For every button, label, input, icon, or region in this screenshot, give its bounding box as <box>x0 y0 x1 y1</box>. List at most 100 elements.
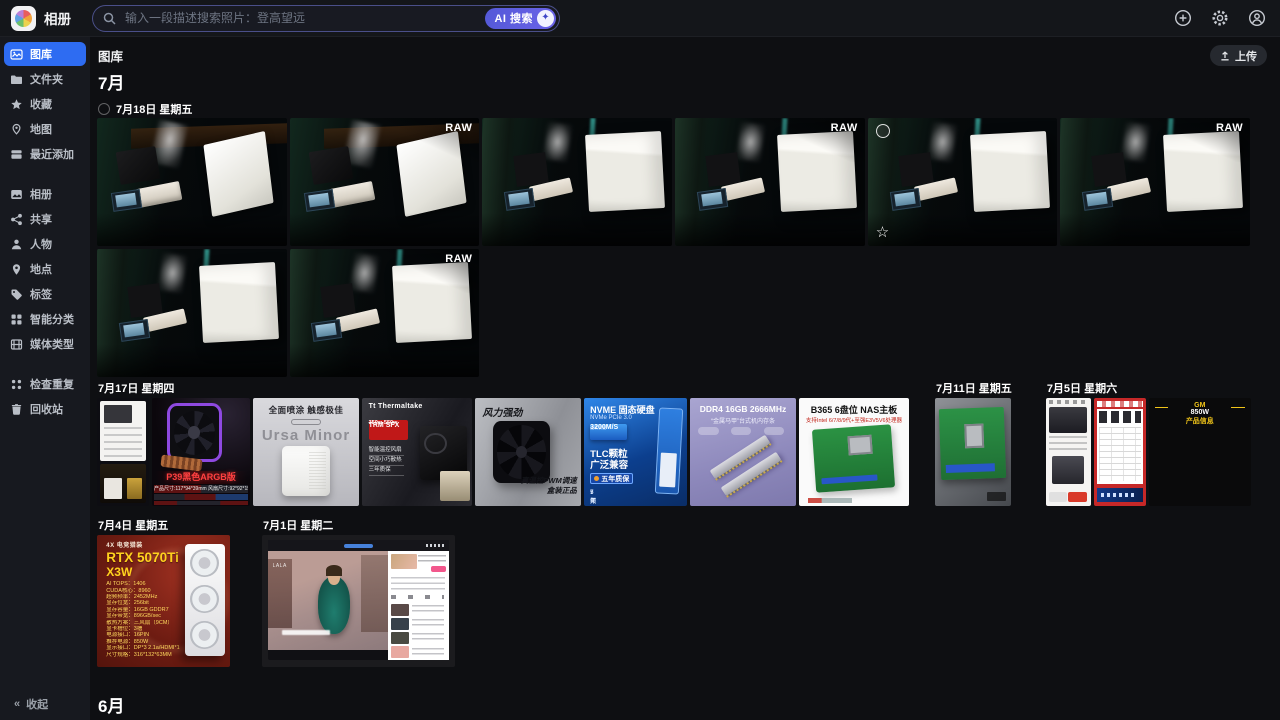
photo-thumbnail-motherboard-ad[interactable]: B365 6盘位 NAS主板 支持Intel 6/7/8/9代+至强E3V5V6… <box>799 398 909 506</box>
photo-thumbnail[interactable]: ☆ <box>868 118 1058 246</box>
ssd-speed-chip: 连续读速 3200M/S <box>590 424 627 440</box>
sidebar-item-albums[interactable]: 相册 <box>4 182 86 206</box>
ssd-speed-value: 3200M/S <box>590 424 618 431</box>
favorite-star-icon[interactable]: ☆ <box>876 225 889 240</box>
psu-feature: 三年质保 <box>369 466 404 476</box>
decor-p39s2 <box>154 494 248 499</box>
sidebar-item-label: 标签 <box>30 286 52 302</box>
decor-vScr: LALA <box>268 540 449 660</box>
decor-s2Hdr <box>1097 401 1143 406</box>
sidebar-item-folders[interactable]: 文件夹 <box>4 67 86 91</box>
upload-label: 上传 <box>1235 48 1257 64</box>
decor-circle <box>14 239 18 243</box>
decor-shadowB <box>482 213 672 246</box>
decor-bluebox2 <box>311 319 342 341</box>
photo-thumbnail-motherboard-photo[interactable] <box>935 398 1011 506</box>
photo-thumbnail[interactable]: RAW <box>290 249 480 377</box>
photo-thumbnail-case-ad[interactable]: 全面喷涂 触感极佳 Ursa Minor <box>253 398 359 506</box>
photo-thumbnail-cpu-cooler-ad[interactable]: P39黑色ARGB版 产品尺寸:117*94*39mm 风扇尺寸:92*92*1… <box>152 398 250 506</box>
photo-thumbnail-psu-spec-table[interactable]: GM850W 产品信息 <box>1149 398 1251 506</box>
photo-thumbnail-fan-ad[interactable]: 风力强劲 真温控PWM调速 盒装正品 <box>475 398 581 506</box>
decor-path <box>12 289 22 299</box>
photo-row: RAW RAW ☆ RAW <box>97 118 1280 246</box>
sidebar-item-label: 媒体类型 <box>30 336 74 352</box>
decor-blk <box>116 146 161 185</box>
sidebar-item-tags[interactable]: 标签 <box>4 282 86 306</box>
photo-thumbnail[interactable]: RAW <box>675 118 865 246</box>
add-icon[interactable] <box>1174 9 1192 27</box>
photo-thumbnail-shop-page[interactable] <box>1046 398 1091 506</box>
decor-bluebox <box>111 189 142 211</box>
sidebar-item-trash[interactable]: 回收站 <box>4 397 86 421</box>
sidebar-item-map[interactable]: 地图 <box>4 117 86 141</box>
account-icon[interactable] <box>1248 9 1266 27</box>
gpu-kicker: 4X 电竞猎装 <box>106 540 143 549</box>
decor-vsThumb <box>391 554 417 568</box>
settings-icon[interactable] <box>1211 9 1229 27</box>
sidebar-item-duplicates[interactable]: 检查重复 <box>4 372 86 396</box>
decor-mB <box>939 407 1007 481</box>
decor-circle <box>13 291 15 293</box>
media-icon <box>10 338 23 351</box>
sidebar-collapse-button[interactable]: « 收起 <box>0 696 90 712</box>
photo-thumbnail[interactable]: RAW <box>1060 118 1250 246</box>
decor-shadowB <box>97 213 287 246</box>
decor-vSub <box>282 630 330 635</box>
decor-circle <box>13 51 15 53</box>
day-select-circle[interactable] <box>98 103 110 115</box>
decor-shadowB <box>1060 213 1250 246</box>
sidebar-item-favorites[interactable]: 收藏 <box>4 92 86 116</box>
decor-vChar <box>318 577 350 634</box>
decor-mWm <box>987 492 1007 501</box>
photo-thumbnail-psu-ad[interactable]: Tt Thermaltake TRM SFX 350w-550w 智能温控风扇 … <box>362 398 472 506</box>
photo-thumbnail-video-screenshot[interactable]: LALA <box>262 535 455 667</box>
photo-thumbnail-ram-ad[interactable]: DDR4 16GB 2666MHz “金属马甲”台式机内存条 <box>690 398 796 506</box>
sidebar-item-sharing[interactable]: 共享 <box>4 207 86 231</box>
person-icon <box>10 238 23 251</box>
case-ad-name: Ursa Minor <box>253 427 359 444</box>
sidebar-item-media-types[interactable]: 媒体类型 <box>4 332 86 356</box>
ai-search-button[interactable]: AI 搜索 ✦ <box>485 8 556 29</box>
decor-s1BtnA <box>1049 492 1066 502</box>
decor-rf <box>190 621 219 650</box>
share-icon <box>10 213 23 226</box>
photo-thumbnail-compare-table[interactable] <box>1094 398 1146 506</box>
decor-nvSsd <box>655 407 683 495</box>
decor-vsItem <box>391 632 447 644</box>
decor-vSide <box>388 551 450 660</box>
search-input[interactable] <box>123 10 485 26</box>
photo-thumbnail-gpu-ad[interactable]: 4X 电竞猎装 RTX 5070Ti X3W AI TOPS：1406CUDA核… <box>97 535 230 667</box>
cards-row <box>935 398 1012 506</box>
decor-rect <box>12 405 21 406</box>
decor-bluebox2 <box>119 319 150 341</box>
select-circle[interactable] <box>876 124 890 138</box>
photo-thumbnail[interactable] <box>97 118 287 246</box>
decor-blk2 <box>898 152 934 186</box>
psu-features: 智能温控风扇 空间小巧散热 三年质保 <box>369 446 413 476</box>
photo-thumbnail[interactable] <box>482 118 672 246</box>
sidebar-item-gallery[interactable]: 图库 <box>4 42 86 66</box>
decor-blk <box>308 146 353 185</box>
sidebar-item-recently-added[interactable]: 最近添加 <box>4 142 86 166</box>
sidebar-item-label: 检查重复 <box>30 376 74 392</box>
gallery-content: 图库 上传 7月 7月18日 星期五 RAWRAW☆RAW RAW 7月17日 … <box>90 36 1280 720</box>
decor-vsItem <box>391 604 447 616</box>
search-bar[interactable]: AI 搜索 ✦ <box>92 5 560 32</box>
decor-circle <box>15 126 17 128</box>
decor-b <box>391 604 410 616</box>
sidebar-item-smart-categories[interactable]: 智能分类 <box>4 307 86 331</box>
photo-thumbnail[interactable]: RAW <box>290 118 480 246</box>
upload-button[interactable]: 上传 <box>1210 45 1267 66</box>
sidebar-item-places[interactable]: 地点 <box>4 257 86 281</box>
photo-thumbnail[interactable] <box>97 249 287 377</box>
decor-s1Img <box>1049 407 1087 433</box>
photo-thumbnail-ssd-ad[interactable]: NVME 固态硬盘 NVMe PCIe 3.0 连续读速 3200M/S TLC… <box>584 398 687 506</box>
decor-b <box>391 632 410 644</box>
ai-search-label: AI 搜索 <box>494 10 533 26</box>
mobo-ad-title: B365 6盘位 NAS主板 <box>799 403 909 416</box>
decor-rect <box>17 314 21 318</box>
month-heading-july: 7月 <box>98 74 1280 94</box>
fan-ad-title: 风力强劲 <box>482 404 522 419</box>
photo-thumbnail-app-screenshot[interactable] <box>97 398 149 506</box>
sidebar-item-people[interactable]: 人物 <box>4 232 86 256</box>
